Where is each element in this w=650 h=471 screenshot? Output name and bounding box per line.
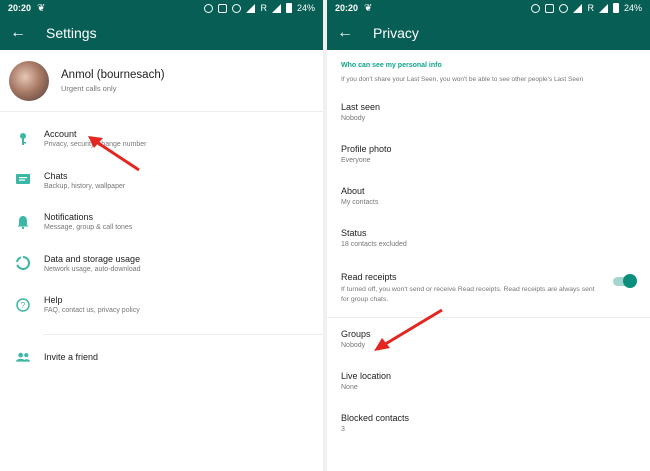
section-description: If you don't share your Last Seen, you w…: [341, 76, 584, 83]
alarm-icon: [204, 3, 214, 13]
settings-item-help[interactable]: ? Help FAQ, contact us, privacy policy: [0, 284, 323, 326]
privacy-item-label: Profile photo: [341, 144, 392, 154]
settings-item-data-storage[interactable]: Data and storage usage Network usage, au…: [0, 243, 323, 285]
settings-item-label: Account: [44, 129, 77, 140]
settings-item-sub: Privacy, security, change number: [44, 141, 147, 149]
settings-item-chats[interactable]: Chats Backup, history, wallpaper: [0, 160, 323, 202]
data-usage-icon: [16, 256, 30, 271]
settings-item-label: Data and storage usage: [44, 253, 141, 264]
svg-text:?: ?: [21, 301, 26, 310]
key-icon: [16, 132, 30, 146]
privacy-item-value: 18 contacts excluded: [341, 241, 407, 248]
privacy-item-label: Last seen: [341, 102, 381, 112]
settings-item-label: Notifications: [44, 212, 94, 223]
bell-icon: [16, 215, 30, 229]
privacy-item-value: 3: [341, 426, 345, 433]
vibrate-icon: [545, 3, 555, 13]
toggle-knob[interactable]: [623, 274, 637, 288]
avatar[interactable]: [9, 60, 49, 101]
privacy-section-header: Who can see my personal info If you don'…: [327, 50, 650, 83]
settings-item-sub: FAQ, contact us, privacy policy: [44, 307, 140, 315]
page-title: Privacy: [373, 25, 419, 41]
back-arrow-icon[interactable]: ←: [337, 24, 363, 42]
privacy-item-value: Nobody: [341, 342, 366, 349]
privacy-item-label: About: [341, 186, 365, 196]
settings-screen: 20:20 ❦ R 24% ← Settings Anmol (bournesa…: [0, 0, 323, 471]
chat-icon: [16, 173, 30, 187]
privacy-item-value: My contacts: [341, 199, 379, 206]
profile-row[interactable]: Anmol (bournesach) Urgent calls only: [0, 50, 323, 112]
privacy-item-label: Groups: [341, 329, 371, 339]
status-time: 20:20: [8, 3, 32, 13]
privacy-item-label: Blocked contacts: [341, 413, 410, 423]
privacy-item-value: None: [341, 384, 358, 391]
privacy-item-value: Nobody: [341, 115, 366, 122]
privacy-item-value: Everyone: [341, 157, 371, 164]
settings-item-sub: Message, group & call tones: [44, 224, 133, 232]
settings-list: Account Privacy, security, change number…: [0, 112, 323, 326]
hotspot-icon: [559, 3, 569, 13]
hotspot-icon: [232, 3, 242, 13]
status-icons: R 24%: [531, 0, 642, 16]
vibrate-icon: [218, 3, 228, 13]
read-receipts-description: If turned off, you won't send or receive…: [341, 285, 595, 303]
privacy-item-label: Live location: [341, 371, 392, 381]
invite-friend-row[interactable]: Invite a friend: [0, 335, 323, 379]
page-title: Settings: [46, 25, 97, 41]
battery-level: 24%: [296, 3, 315, 13]
people-icon: [16, 350, 30, 364]
privacy-item-live-location[interactable]: Live location None: [327, 360, 650, 402]
signal-icon-2: [271, 3, 281, 13]
settings-item-sub: Network usage, auto-download: [44, 265, 141, 273]
settings-item-account[interactable]: Account Privacy, security, change number: [0, 118, 323, 160]
status-icons: R 24%: [204, 0, 315, 16]
privacy-item-label: Status: [341, 228, 367, 238]
privacy-item-read-receipts[interactable]: Read receipts If turned off, you won't s…: [327, 259, 650, 317]
privacy-item-profile-photo[interactable]: Profile photo Everyone: [327, 133, 650, 175]
privacy-item-blocked-contacts[interactable]: Blocked contacts 3: [327, 402, 650, 444]
profile-name: Anmol (bournesach): [61, 68, 165, 81]
signal-icon-2: [598, 3, 608, 13]
read-receipts-toggle[interactable]: [613, 274, 637, 288]
settings-item-label: Help: [44, 295, 63, 306]
read-receipts-label: Read receipts: [341, 271, 397, 282]
privacy-item-status[interactable]: Status 18 contacts excluded: [327, 217, 650, 259]
section-title: Who can see my personal info: [341, 62, 442, 69]
alarm-icon: [531, 3, 541, 13]
help-icon: ?: [16, 298, 30, 312]
battery-icon: [285, 3, 292, 13]
invite-friend-label: Invite a friend: [44, 351, 99, 362]
status-bar: 20:20 ❦ R 24%: [0, 0, 323, 16]
privacy-item-groups[interactable]: Groups Nobody: [327, 318, 650, 360]
network-type: R: [587, 3, 594, 13]
signal-icon: [246, 3, 256, 13]
settings-item-label: Chats: [44, 170, 68, 181]
status-time: 20:20: [335, 3, 359, 13]
privacy-screen: 20:20 ❦ R 24% ← Privacy Who can see my p…: [327, 0, 650, 471]
app-bar: ← Privacy: [327, 16, 650, 50]
battery-level: 24%: [623, 3, 642, 13]
profile-status: Urgent calls only: [61, 83, 117, 93]
twitter-notification-icon: ❦: [364, 2, 373, 14]
settings-item-notifications[interactable]: Notifications Message, group & call tone…: [0, 201, 323, 243]
privacy-item-about[interactable]: About My contacts: [327, 175, 650, 217]
twitter-notification-icon: ❦: [37, 2, 46, 14]
status-bar: 20:20 ❦ R 24%: [327, 0, 650, 16]
settings-item-sub: Backup, history, wallpaper: [44, 182, 126, 190]
back-arrow-icon[interactable]: ←: [10, 24, 36, 42]
battery-icon: [612, 3, 619, 13]
app-bar: ← Settings: [0, 16, 323, 50]
signal-icon: [573, 3, 583, 13]
network-type: R: [260, 3, 267, 13]
privacy-item-last-seen[interactable]: Last seen Nobody: [327, 91, 650, 133]
